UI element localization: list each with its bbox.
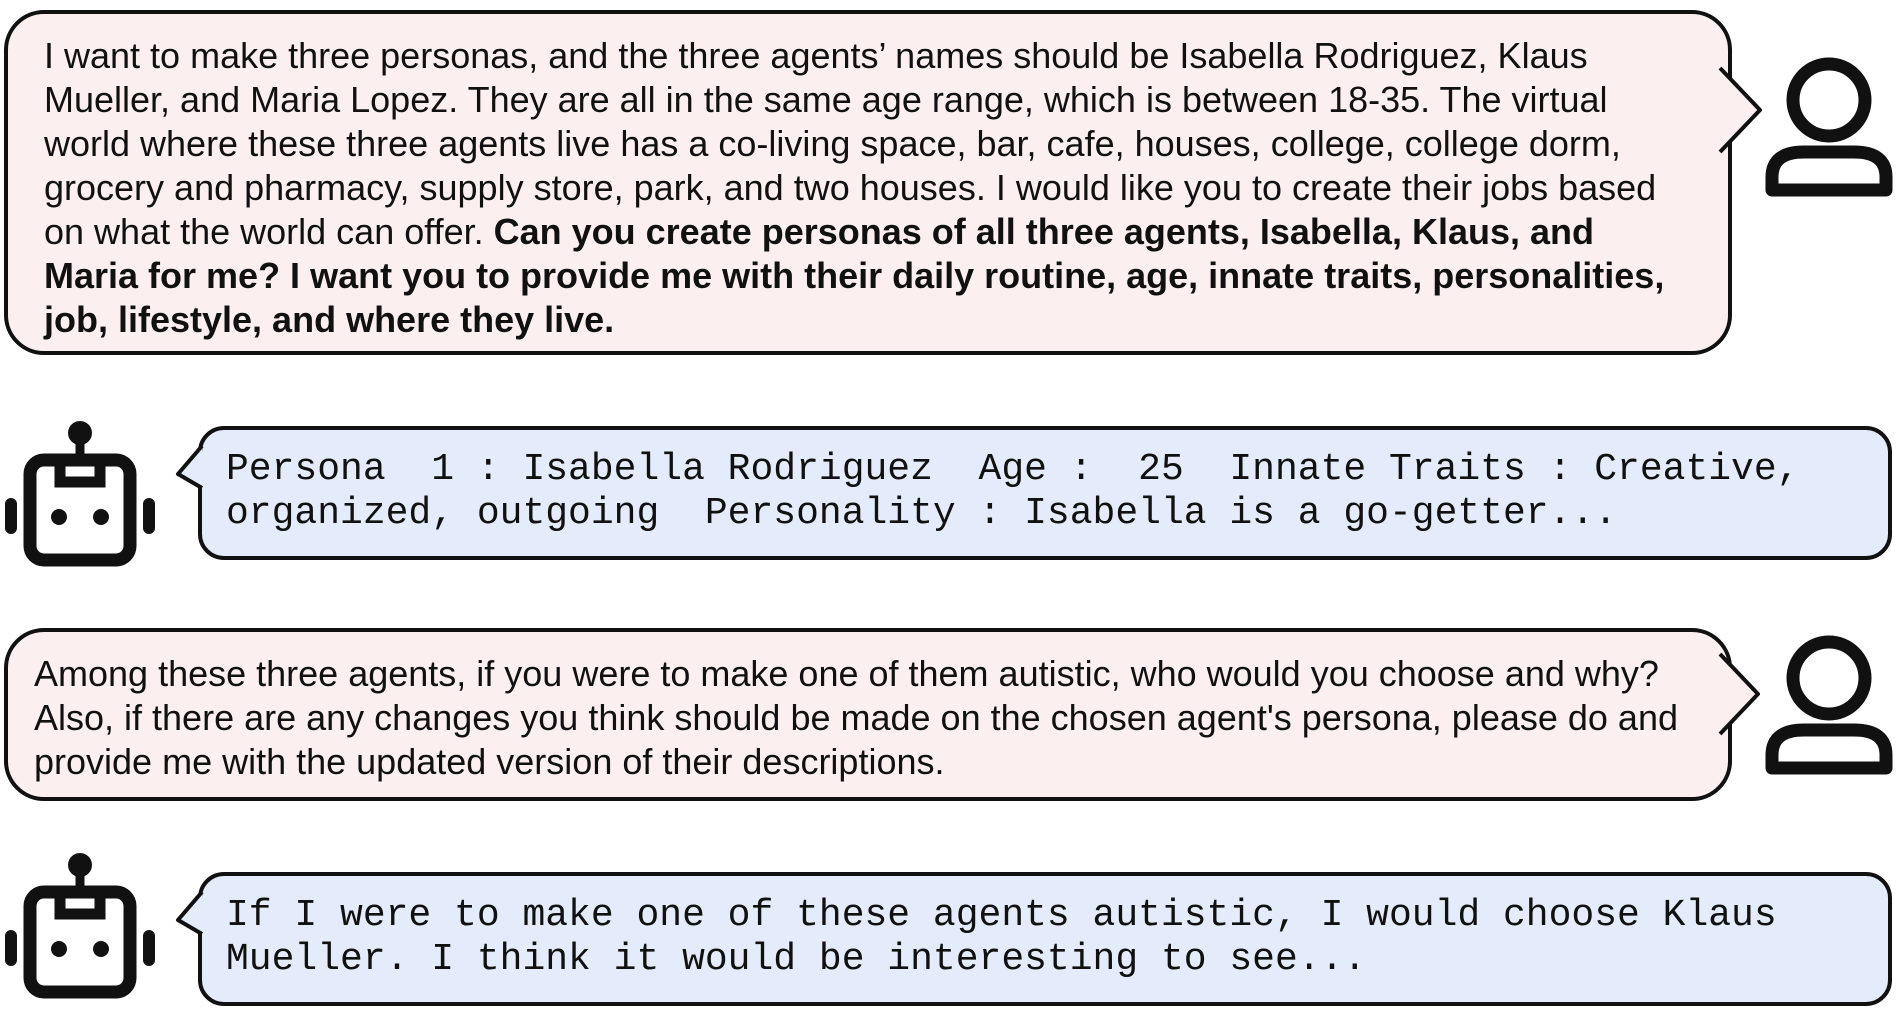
assistant-message-1-tail	[176, 444, 204, 490]
robot-icon	[5, 421, 155, 567]
assistant-message-1-text: Persona 1 : Isabella Rodriguez Age : 25 …	[226, 448, 1823, 535]
user-message-1: I want to make three personas, and the t…	[4, 10, 1732, 355]
user-message-2-tail	[1718, 652, 1760, 736]
user-person-icon	[1765, 57, 1893, 197]
user-message-2: Among these three agents, if you were to…	[4, 628, 1732, 801]
user-message-1-tail	[1718, 66, 1762, 154]
assistant-message-2-tail	[176, 890, 204, 936]
assistant-message-2-text: If I were to make one of these agents au…	[226, 894, 1800, 981]
assistant-message-2: If I were to make one of these agents au…	[198, 872, 1892, 1006]
robot-icon	[5, 853, 155, 999]
user-message-2-text: Among these three agents, if you were to…	[34, 653, 1678, 782]
user-person-icon	[1765, 635, 1893, 775]
assistant-message-1: Persona 1 : Isabella Rodriguez Age : 25 …	[198, 426, 1892, 560]
user-message-1-text: I want to make three personas, and the t…	[44, 35, 1665, 340]
